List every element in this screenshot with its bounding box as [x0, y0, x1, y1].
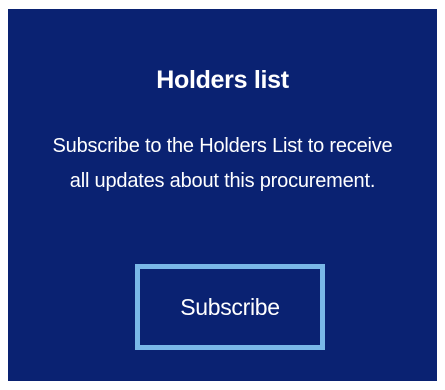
- card-description: Subscribe to the Holders List to receive…: [52, 135, 393, 192]
- holders-list-card: Holders list Subscribe to the Holders Li…: [8, 9, 437, 381]
- subscribe-button[interactable]: Subscribe: [135, 264, 325, 350]
- card-title: Holders list: [156, 66, 289, 94]
